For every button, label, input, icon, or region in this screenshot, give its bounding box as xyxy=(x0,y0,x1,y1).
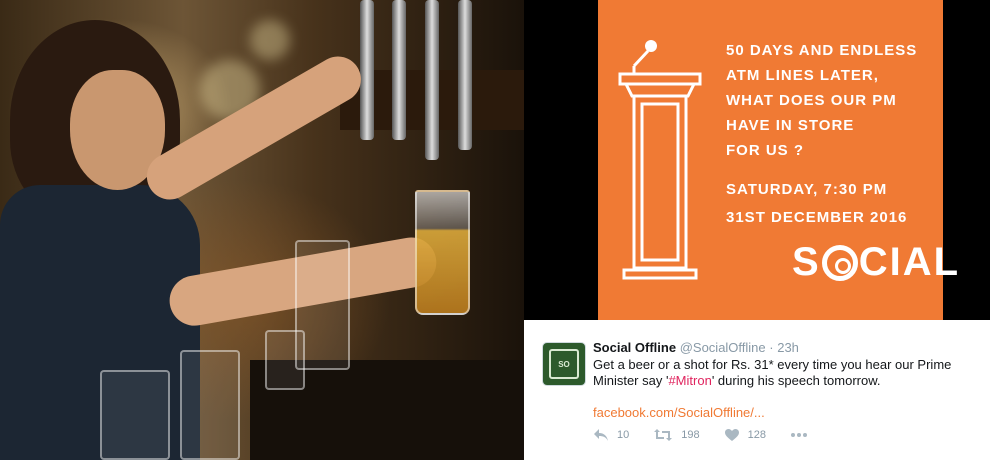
reply-button[interactable]: 10 xyxy=(593,428,629,442)
more-button[interactable] xyxy=(790,432,816,438)
poster-headline: 50 DAYS AND ENDLESS ATM LINES LATER, WHA… xyxy=(726,38,941,163)
heart-icon xyxy=(724,429,739,441)
headline-line: HAVE IN STORE xyxy=(726,117,855,134)
retweet-count: 198 xyxy=(681,429,700,441)
avatar[interactable]: SO xyxy=(542,342,586,386)
hashtag-link[interactable]: #Mitron xyxy=(668,373,711,388)
poster-frame: 50 DAYS AND ENDLESS ATM LINES LATER, WHA… xyxy=(524,0,990,320)
event-date: 31ST DECEMBER 2016 xyxy=(726,209,908,226)
reply-count: 10 xyxy=(617,429,630,441)
tweet-actions: 10 198 128 xyxy=(593,428,840,442)
event-datetime: SATURDAY, 7:30 PM 31ST DECEMBER 2016 xyxy=(726,176,907,232)
facebook-link[interactable]: facebook.com/SocialOffline/... xyxy=(593,405,765,420)
tweet-card: SO Social Offline @SocialOffline · 23h G… xyxy=(524,320,990,460)
bartender-photo xyxy=(0,0,524,460)
logo-letters-cial: CIAL xyxy=(858,240,961,284)
account-handle[interactable]: @SocialOffline xyxy=(680,340,766,355)
more-dots-icon xyxy=(790,433,807,437)
like-button[interactable]: 128 xyxy=(724,428,766,442)
tweet-header: Social Offline @SocialOffline · 23h xyxy=(593,340,799,355)
tweet-text: Get a beer or a shot for Rs. 31* every t… xyxy=(593,357,973,389)
retweet-button[interactable]: 198 xyxy=(653,428,700,442)
logo-letter-s: S xyxy=(792,240,821,284)
headline-line: FOR US ? xyxy=(726,142,804,159)
headline-line: 50 DAYS AND ENDLESS xyxy=(726,42,918,59)
logo-o-mark xyxy=(821,244,858,281)
headline-line: ATM LINES LATER, xyxy=(726,67,879,84)
podium-microphone-icon xyxy=(618,40,702,280)
tweet-timestamp[interactable]: · 23h xyxy=(769,340,799,355)
like-count: 128 xyxy=(747,429,766,441)
reply-icon xyxy=(594,429,608,441)
social-logo: S CIAL xyxy=(792,240,960,285)
event-time: SATURDAY, 7:30 PM xyxy=(726,181,888,198)
tweet-text-part: ' during his speech tomorrow. xyxy=(711,373,881,388)
social-logo-icon: SO xyxy=(549,349,579,379)
headline-line: WHAT DOES OUR PM xyxy=(726,92,897,109)
retweet-icon xyxy=(654,429,673,441)
event-poster: 50 DAYS AND ENDLESS ATM LINES LATER, WHA… xyxy=(598,0,958,320)
account-name[interactable]: Social Offline xyxy=(593,340,676,355)
